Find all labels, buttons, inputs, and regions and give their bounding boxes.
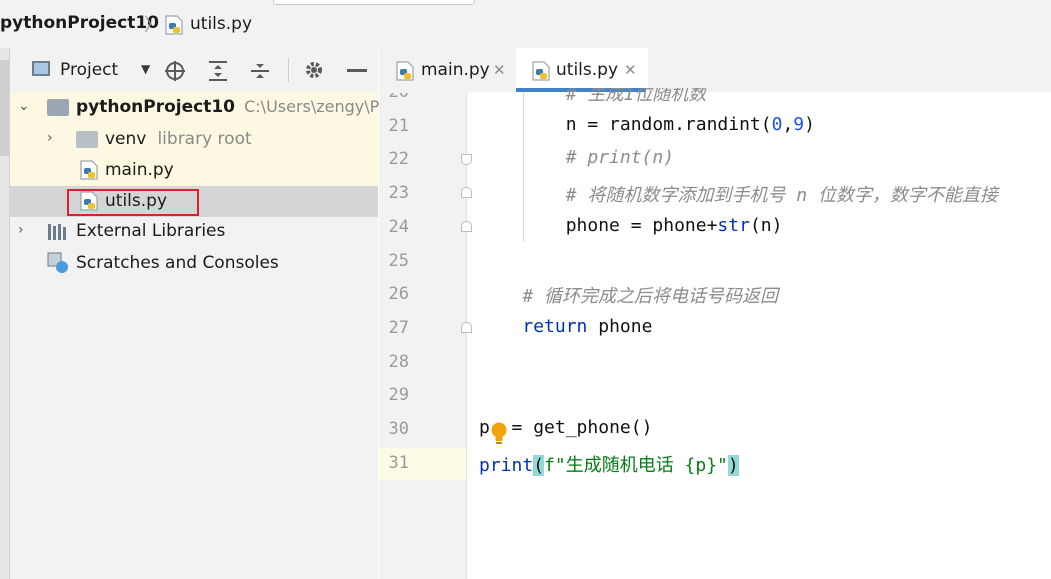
project-stripe-button[interactable] — [0, 60, 9, 156]
code-token: print — [479, 454, 534, 476]
line-number: 31 — [388, 452, 409, 473]
toolbar-divider — [288, 58, 289, 82]
root-path: C:\Users\zengy\Pyc — [244, 97, 398, 116]
fold-marker-icon[interactable] — [461, 154, 472, 165]
close-icon[interactable]: ✕ — [493, 61, 506, 79]
scratches-icon — [47, 252, 69, 278]
code-token: , — [782, 113, 794, 135]
code-line[interactable]: phone = phone+str(n) — [479, 214, 783, 236]
library-icon — [47, 223, 69, 245]
tab-main[interactable]: main.py ✕ — [379, 48, 515, 92]
chevron-right-icon[interactable]: › — [47, 130, 53, 146]
tree-item-main[interactable]: main.py — [105, 160, 174, 180]
tree-item-root[interactable]: pythonProject10 C:\Users\zengy\Pyc — [76, 97, 398, 117]
code-line[interactable]: # print(n) — [479, 147, 674, 168]
line-number: 22 — [388, 149, 409, 170]
code-token: phone — [587, 315, 653, 337]
close-icon[interactable]: ✕ — [624, 61, 637, 79]
code-token: return — [522, 315, 588, 337]
lightbulb-icon[interactable] — [490, 421, 508, 449]
fold-marker-icon[interactable] — [461, 322, 472, 333]
fold-marker-icon[interactable] — [461, 221, 472, 232]
code-line[interactable]: print(f"生成随机电话 {p}") — [479, 451, 739, 477]
code-token: ( — [533, 454, 545, 476]
breadcrumb-separator-icon: 〉 — [144, 15, 162, 36]
line-number: 27 — [388, 317, 409, 338]
python-file-icon — [530, 60, 552, 86]
folder-icon — [47, 99, 69, 116]
tab-utils-label: utils.py — [556, 60, 618, 80]
fold-marker-icon[interactable] — [461, 187, 472, 198]
code-token: n = random.randint( — [479, 113, 772, 135]
tree-item-venv[interactable]: venv library root — [105, 129, 252, 149]
line-number: 30 — [388, 419, 409, 439]
collapse-all-icon[interactable] — [249, 60, 271, 86]
locate-icon[interactable] — [164, 60, 186, 85]
code-token: ) — [804, 113, 815, 135]
code-token: phone = phone+ — [479, 214, 718, 236]
code-token: f"生成随机电话 {p}" — [544, 454, 728, 476]
code-token: = get_phone() — [511, 417, 653, 438]
code-line[interactable]: # 将随机数字添加到手机号 n 位数字，数字不能直接 — [479, 181, 998, 207]
project-window-icon — [32, 61, 50, 76]
code-line[interactable]: n = random.randint(0,9) — [479, 114, 815, 135]
tree-item-scratches[interactable]: Scratches and Consoles — [76, 253, 279, 273]
code-token: ) — [727, 454, 739, 476]
breadcrumb-file[interactable]: utils.py — [190, 14, 252, 34]
tree-item-external-libraries[interactable]: External Libraries — [76, 221, 225, 241]
code-token: str — [717, 214, 750, 236]
line-number: 29 — [388, 385, 409, 406]
dropdown-icon[interactable]: ▼ — [141, 62, 150, 76]
annotation-box — [67, 189, 199, 216]
line-number: 24 — [388, 216, 409, 237]
code-token: p — [479, 417, 490, 438]
python-file-icon — [394, 60, 416, 86]
project-view-selector[interactable]: Project — [60, 60, 118, 80]
line-number: 25 — [388, 250, 409, 271]
venv-label: venv — [105, 129, 147, 149]
gear-icon[interactable] — [303, 59, 325, 85]
chevron-right-icon[interactable]: › — [18, 222, 24, 238]
code-line[interactable]: return phone — [479, 316, 652, 337]
tab-main-label: main.py — [421, 60, 490, 80]
python-file-icon — [163, 14, 185, 40]
venv-hint: library root — [157, 129, 252, 149]
tab-utils[interactable]: utils.py ✕ — [516, 48, 648, 92]
code-line[interactable]: # 循环完成之后将电话号码返回 — [479, 282, 778, 308]
code-token: # 将随机数字添加到手机号 n 位数字，数字不能直接 — [479, 185, 998, 207]
code-token: # print(n) — [479, 147, 675, 169]
code-token: (n) — [749, 214, 783, 236]
chevron-down-icon[interactable]: ⌄ — [18, 98, 30, 114]
popup-edge — [273, 0, 475, 5]
line-number: 23 — [388, 183, 409, 204]
root-label: pythonProject10 — [76, 97, 236, 117]
folder-icon — [76, 131, 98, 148]
breadcrumb-project[interactable]: pythonProject10 — [0, 13, 159, 33]
code-token: # 循环完成之后将电话号码返回 — [479, 286, 779, 308]
line-number: 26 — [388, 284, 409, 305]
python-file-icon — [78, 159, 100, 185]
code-token: 9 — [793, 113, 805, 135]
code-token: 0 — [771, 113, 783, 135]
hide-icon[interactable] — [347, 69, 367, 72]
expand-all-icon[interactable] — [207, 60, 229, 86]
line-number: 28 — [388, 351, 409, 372]
line-number: 21 — [388, 115, 409, 136]
